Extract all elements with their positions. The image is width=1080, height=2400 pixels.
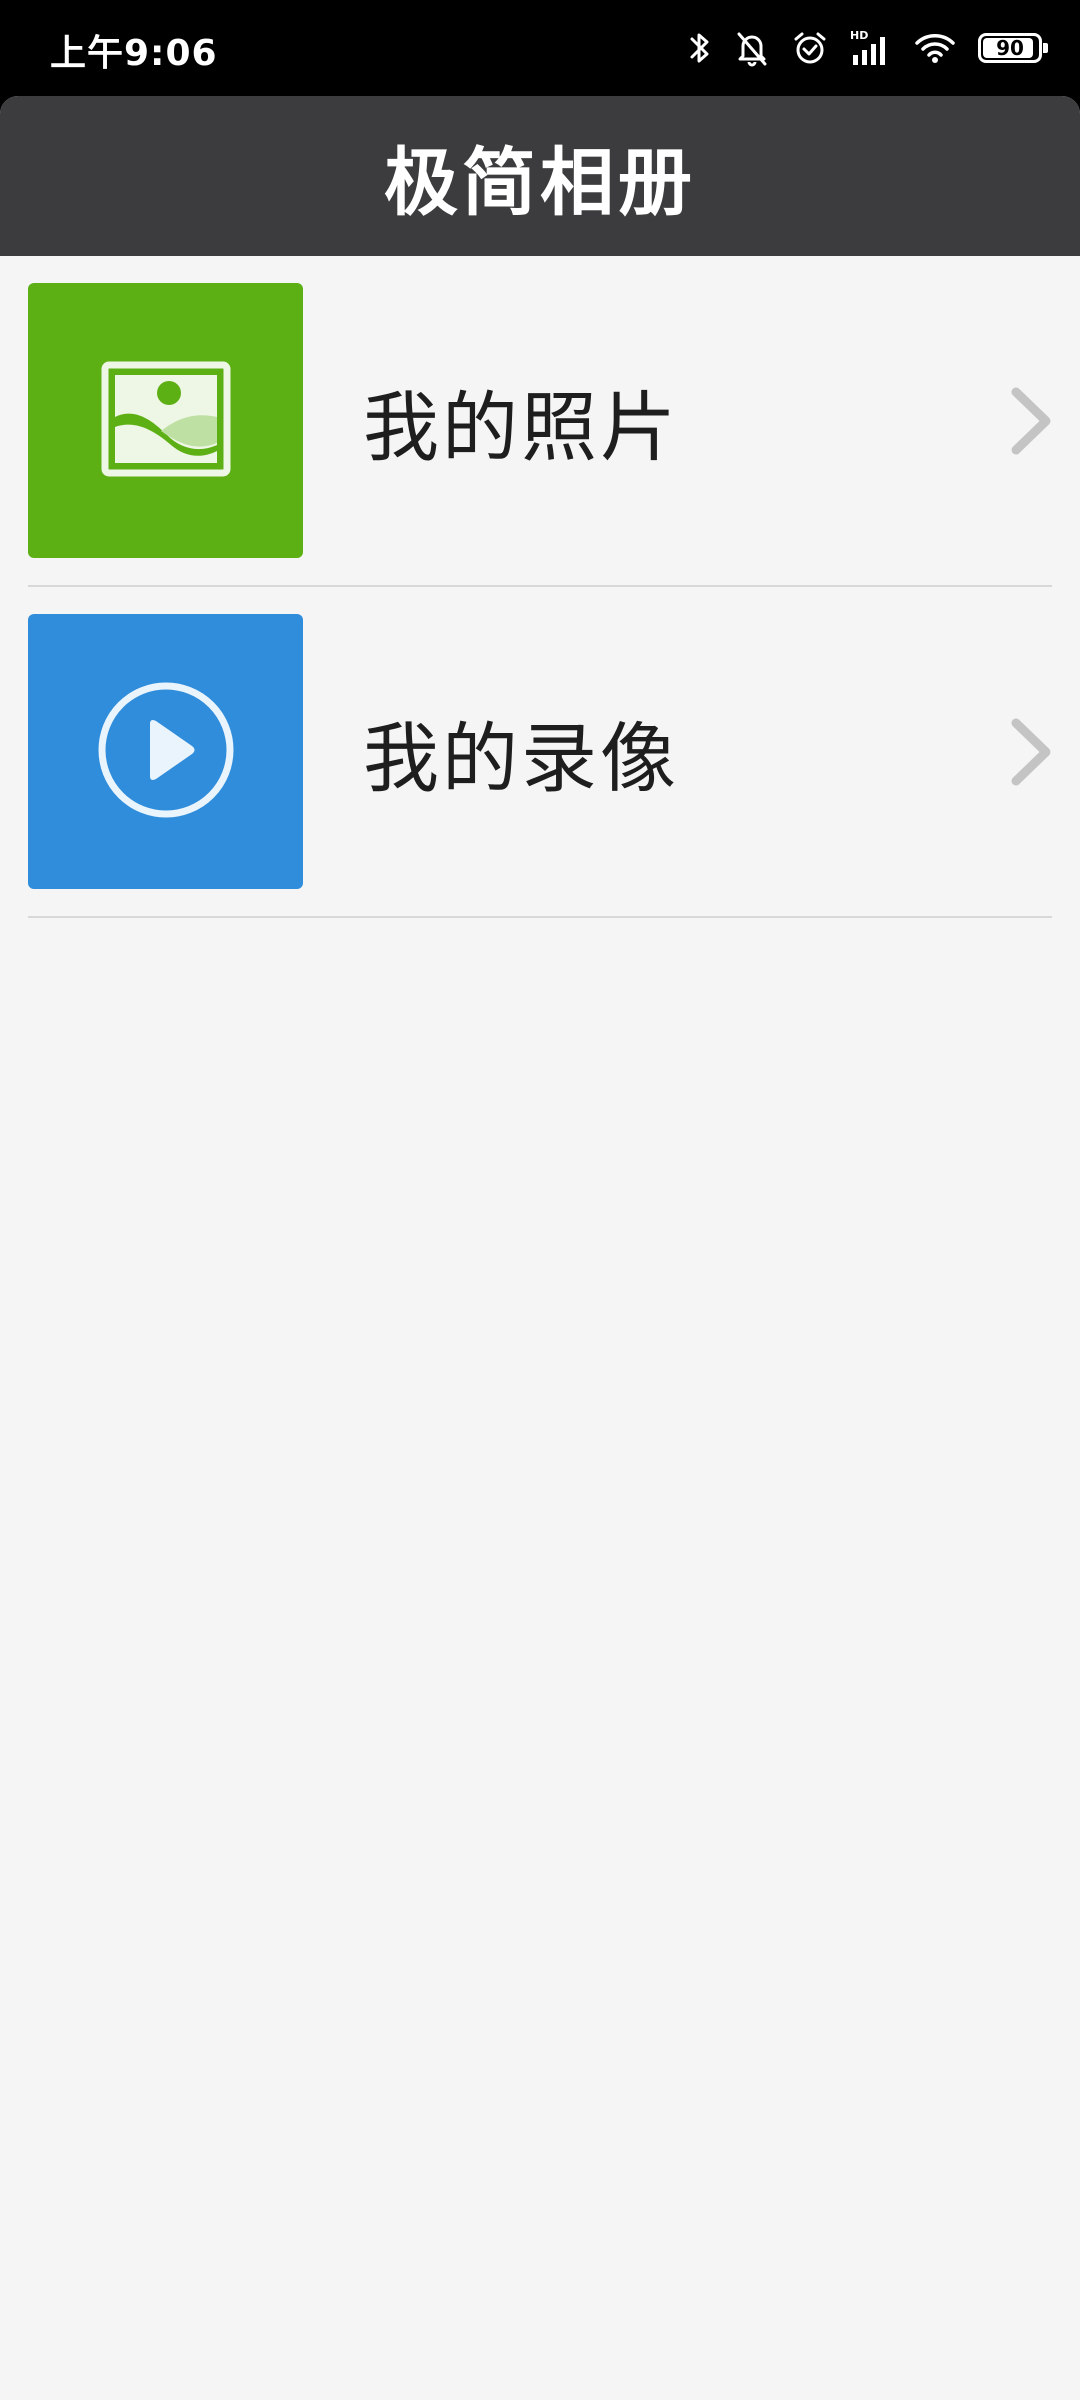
menu-item-photos[interactable]: 我的照片 [28,256,1052,587]
menu-list: 我的照片 我的录像 [0,256,1080,918]
image-icon [101,361,231,481]
status-bar: 上午9:06 HD 90 [0,0,1080,96]
status-icons: HD 90 [688,26,1048,70]
battery-level: 90 [996,36,1024,60]
alarm-icon [792,30,828,66]
status-time: 上午9:06 [50,33,218,74]
photos-tile [28,283,303,558]
menu-item-videos[interactable]: 我的录像 [28,587,1052,918]
app-window: 极简相册 我的照片 我的录像 [0,96,1080,2400]
menu-item-label: 我的照片 [363,382,679,472]
bluetooth-icon [688,30,712,66]
svg-text:HD: HD [850,29,868,42]
bell-muted-icon [734,29,770,67]
chevron-right-icon [1011,387,1051,454]
battery-icon: 90 [978,33,1048,63]
hd-signal-icon: HD [850,29,892,67]
app-header: 极简相册 [0,96,1080,256]
chevron-right-icon [1011,718,1051,785]
phone-screen: 上午9:06 HD 90 极简相册 我的照片 我的录像 [0,0,1080,2400]
play-circle-icon [96,680,236,824]
page-title: 极简相册 [384,139,696,226]
menu-item-label: 我的录像 [363,713,679,803]
wifi-icon [914,31,956,65]
videos-tile [28,614,303,889]
